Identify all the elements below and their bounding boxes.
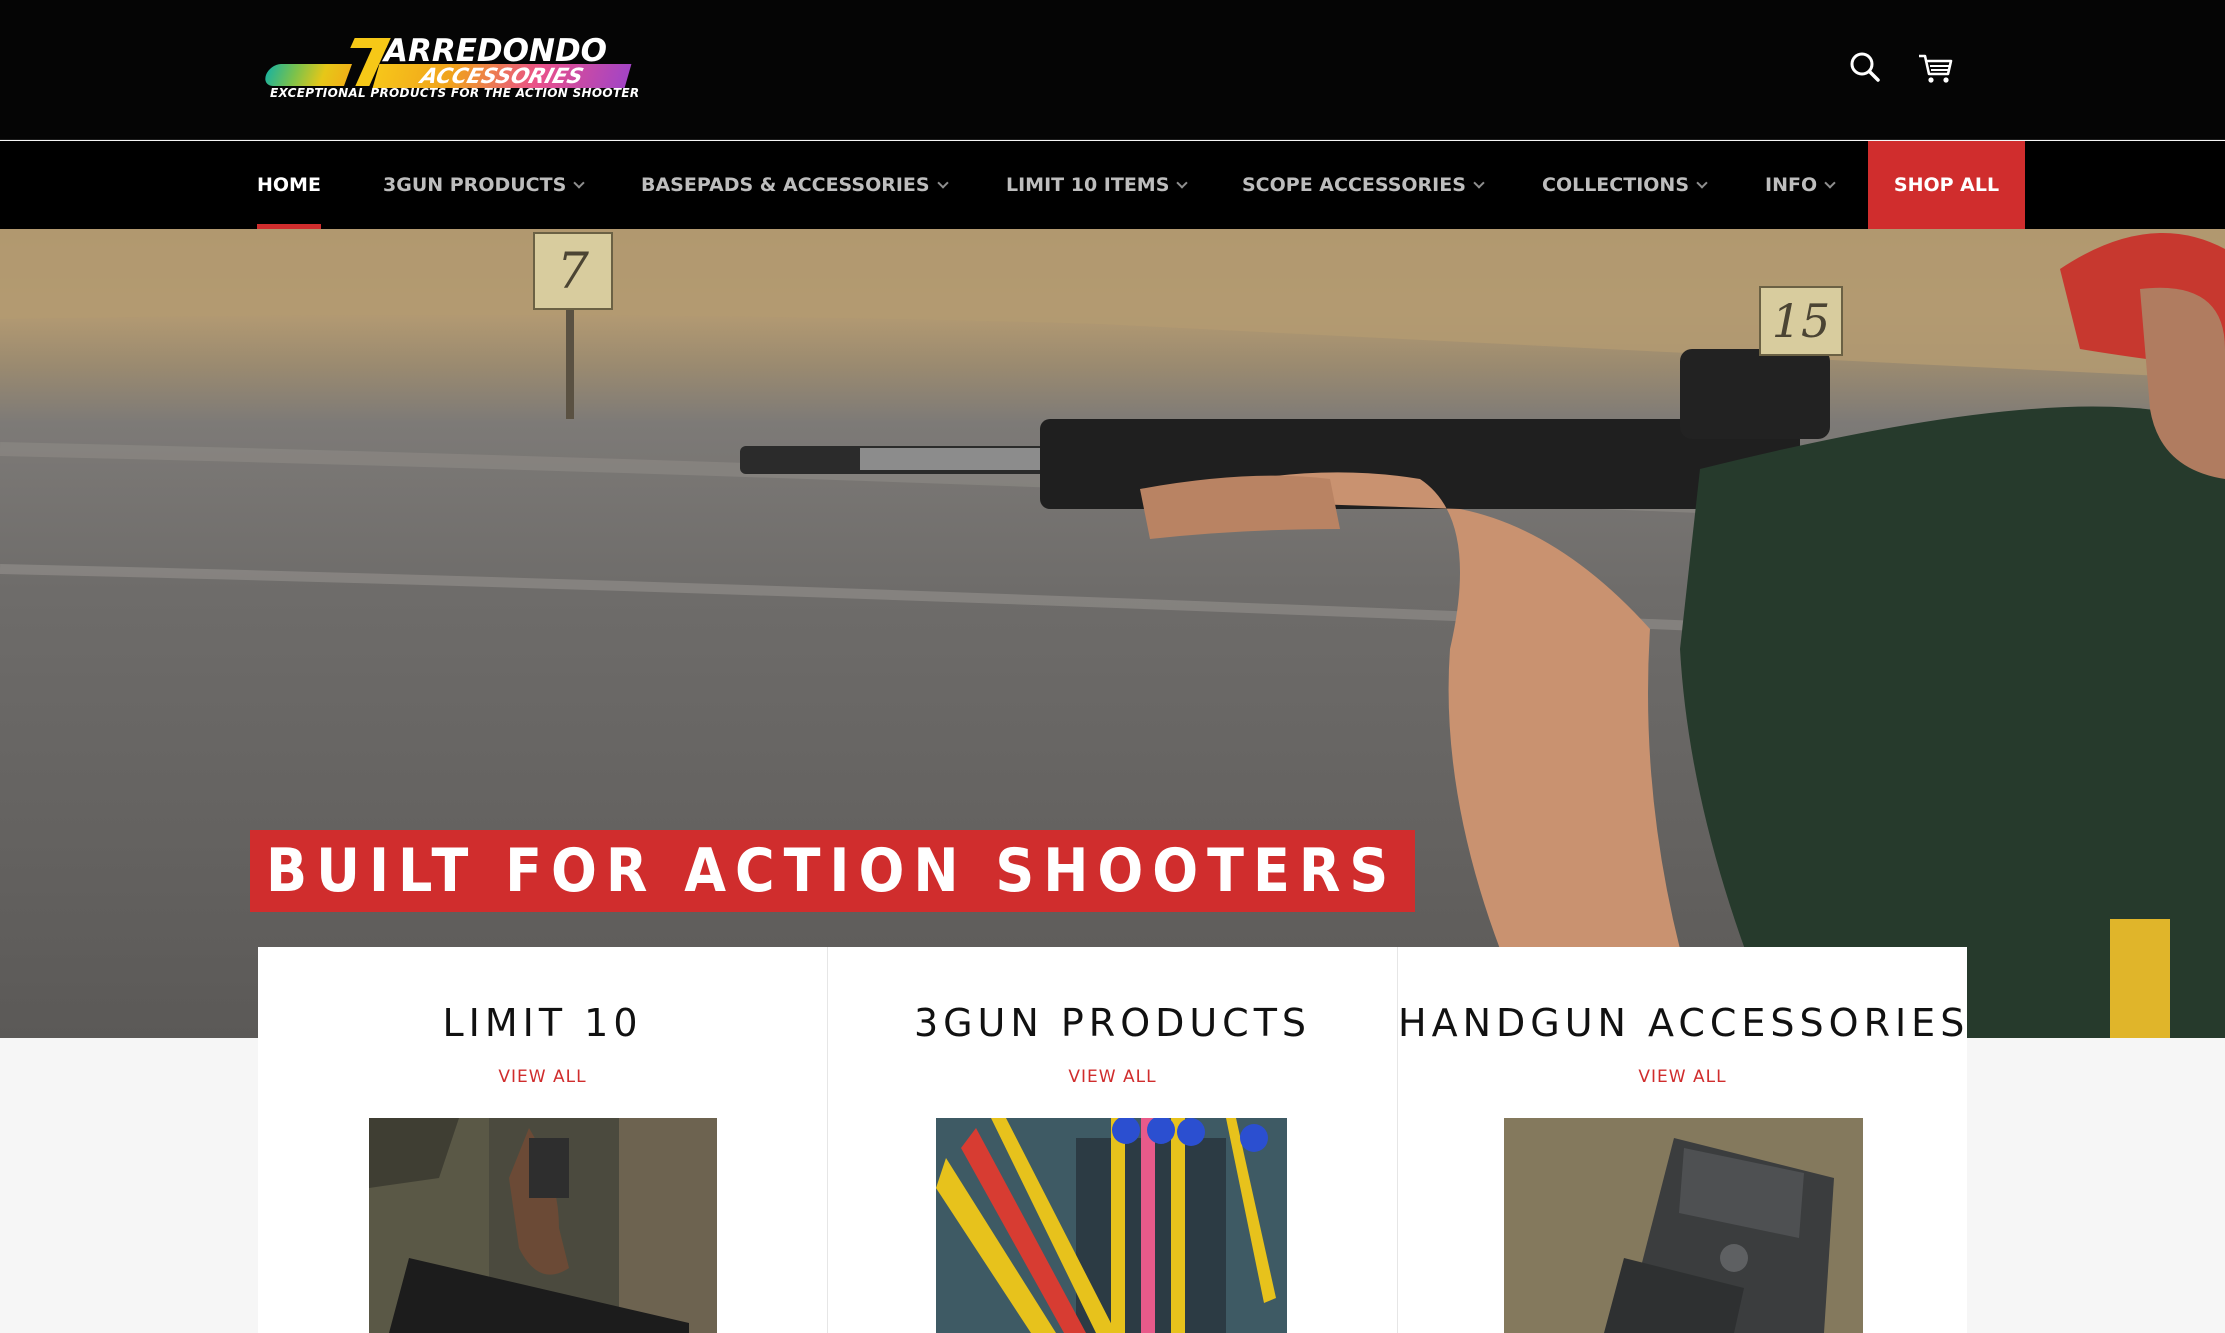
view-all-link[interactable]: VIEW ALL xyxy=(1398,1067,1967,1087)
view-all-link[interactable]: VIEW ALL xyxy=(258,1067,827,1087)
collection-image[interactable] xyxy=(1504,1118,1863,1333)
collection-image[interactable] xyxy=(936,1118,1287,1333)
logo-subtitle: ACCESSORIES xyxy=(372,64,632,88)
nav-item-3gun-products[interactable]: 3GUN PRODUCTS xyxy=(383,141,585,229)
nav-item-limit-10-items[interactable]: LIMIT 10 ITEMS xyxy=(1006,141,1189,229)
site-header: ARREDONDO ACCESSORIES EXCEPTIONAL PRODUC… xyxy=(0,0,2225,140)
view-all-link[interactable]: VIEW ALL xyxy=(828,1067,1397,1087)
nav-item-collections[interactable]: COLLECTIONS xyxy=(1542,141,1708,229)
chevron-down-icon xyxy=(1176,177,1189,189)
chevron-down-icon xyxy=(936,177,949,189)
range-target: 15 xyxy=(1759,286,1843,356)
hero-title-box: BUILT FOR ACTION SHOOTERS xyxy=(250,830,1416,912)
nav-item-home[interactable]: HOME xyxy=(257,141,321,229)
collection-image[interactable] xyxy=(369,1118,717,1333)
nav-item-basepads-accessories[interactable]: BASEPADS & ACCESSORIES xyxy=(641,141,949,229)
nav-item-label: LIMIT 10 ITEMS xyxy=(1006,174,1170,196)
main-nav: HOME 3GUN PRODUCTS BASEPADS & ACCESSORIE… xyxy=(0,141,2225,229)
logo-title: ARREDONDO xyxy=(384,33,608,69)
collection-grid: LIMIT 10 VIEW ALL 3GUN PRODUCTS VIEW ALL xyxy=(258,947,1967,1333)
collection-title[interactable]: LIMIT 10 xyxy=(258,1003,827,1043)
collection-card-handgun-accessories: HANDGUN ACCESSORIES VIEW ALL xyxy=(1398,947,1967,1333)
nav-item-label: BASEPADS & ACCESSORIES xyxy=(641,174,930,196)
logo-tagline: EXCEPTIONAL PRODUCTS FOR THE ACTION SHOO… xyxy=(270,86,640,100)
shop-all-button[interactable]: SHOP ALL xyxy=(1868,141,2025,229)
chevron-down-icon xyxy=(1824,177,1836,189)
collection-card-3gun-products: 3GUN PRODUCTS VIEW ALL xyxy=(828,947,1398,1333)
nav-item-label: INFO xyxy=(1765,174,1818,196)
range-target: 7 xyxy=(533,232,613,310)
nav-item-label: HOME xyxy=(257,174,321,196)
hero-title: BUILT FOR ACTION SHOOTERS xyxy=(266,836,1398,906)
nav-item-label: SCOPE ACCESSORIES xyxy=(1242,174,1466,196)
nav-item-label: 3GUN PRODUCTS xyxy=(383,174,567,196)
chevron-down-icon xyxy=(1473,177,1485,189)
hero-image xyxy=(0,229,2225,1038)
cart-icon[interactable] xyxy=(1914,46,1958,90)
brand-logo[interactable]: ARREDONDO ACCESSORIES EXCEPTIONAL PRODUC… xyxy=(261,33,639,102)
search-icon[interactable] xyxy=(1844,46,1888,90)
nav-item-scope-accessories[interactable]: SCOPE ACCESSORIES xyxy=(1242,141,1485,229)
collection-card-limit-10: LIMIT 10 VIEW ALL xyxy=(258,947,828,1333)
collection-title[interactable]: 3GUN PRODUCTS xyxy=(828,1003,1397,1043)
nav-item-label: COLLECTIONS xyxy=(1542,174,1689,196)
collection-title[interactable]: HANDGUN ACCESSORIES xyxy=(1398,1003,1967,1043)
chevron-down-icon xyxy=(1696,177,1708,189)
hero-banner: 7 15 BUILT FOR ACTION SHOOTERS xyxy=(0,229,2225,1038)
chevron-down-icon xyxy=(573,177,585,189)
nav-item-info[interactable]: INFO xyxy=(1765,141,1836,229)
